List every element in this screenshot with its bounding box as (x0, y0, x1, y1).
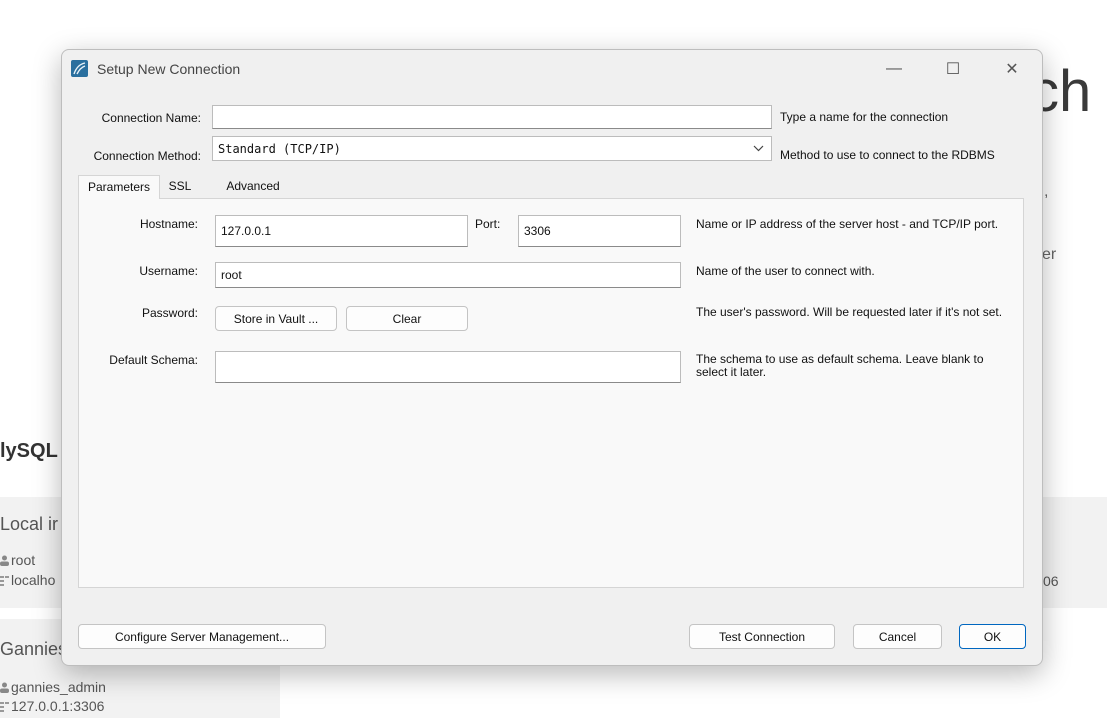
username-label: Username: (139, 264, 198, 278)
connection-method-label: Connection Method: (93, 149, 201, 163)
username-input[interactable]: root (215, 262, 681, 288)
clear-password-button[interactable]: Clear (346, 306, 468, 331)
user-icon (0, 682, 9, 693)
tab-ssl[interactable]: SSL (160, 179, 200, 199)
host-icon (0, 702, 9, 712)
workbench-text-fragment: er (1042, 246, 1057, 263)
default-schema-hint: The schema to use as default schema. Lea… (696, 352, 984, 379)
tile-host: 127.0.0.1:3306 (11, 698, 105, 714)
store-in-vault-button[interactable]: Store in Vault ... (215, 306, 337, 331)
configure-server-management-button[interactable]: Configure Server Management... (78, 624, 326, 649)
tile-port-fragment: 06 (1043, 573, 1059, 589)
password-hint: The user's password. Will be requested l… (696, 305, 1003, 319)
port-input[interactable]: 3306 (518, 215, 681, 247)
tile-title: Local ir (0, 514, 59, 534)
hostname-input[interactable]: 127.0.0.1 (215, 215, 468, 247)
connection-method-value: Standard (TCP/IP) (218, 141, 341, 156)
close-button[interactable]: ✕ (989, 54, 1035, 84)
connection-name-label: Connection Name: (101, 111, 201, 125)
dialog-titlebar[interactable]: Setup New Connection — ☐ ✕ (62, 50, 1042, 88)
hostname-label: Hostname: (139, 217, 198, 231)
user-icon (0, 555, 9, 566)
minimize-button[interactable]: — (871, 54, 917, 84)
connection-name-input[interactable] (212, 105, 772, 129)
connections-heading: lySQL (0, 440, 58, 462)
tile-title: Gannies (0, 639, 68, 659)
default-schema-input[interactable] (215, 351, 681, 383)
password-label: Password: (141, 306, 198, 320)
tab-parameters[interactable]: Parameters (78, 175, 160, 199)
maximize-button[interactable]: ☐ (930, 54, 976, 84)
connection-name-hint: Type a name for the connection (780, 110, 949, 124)
host-icon (0, 576, 9, 586)
port-label: Port: (475, 217, 501, 231)
tile-user: gannies_admin (11, 679, 106, 695)
tab-advanced[interactable]: Advanced (213, 179, 293, 199)
tile-host: localho (11, 572, 56, 588)
setup-connection-dialog: Setup New Connection — ☐ ✕ Connection Na… (61, 49, 1043, 666)
connection-method-hint: Method to use to connect to the RDBMS (780, 148, 995, 162)
cancel-button[interactable]: Cancel (853, 624, 942, 649)
test-connection-button[interactable]: Test Connection (689, 624, 835, 649)
username-hint: Name of the user to connect with. (696, 264, 875, 278)
dialog-title: Setup New Connection (97, 61, 241, 77)
workbench-text-fragment: , (1044, 183, 1049, 200)
connection-method-select[interactable]: Standard (TCP/IP) (212, 136, 772, 161)
host-port-hint: Name or IP address of the server host - … (696, 217, 999, 231)
parameters-panel (78, 198, 1024, 588)
tile-user: root (11, 552, 36, 568)
chevron-down-icon (753, 145, 764, 152)
mysql-workbench-icon (71, 60, 88, 77)
ok-button[interactable]: OK (959, 624, 1026, 649)
default-schema-label: Default Schema: (109, 353, 198, 367)
